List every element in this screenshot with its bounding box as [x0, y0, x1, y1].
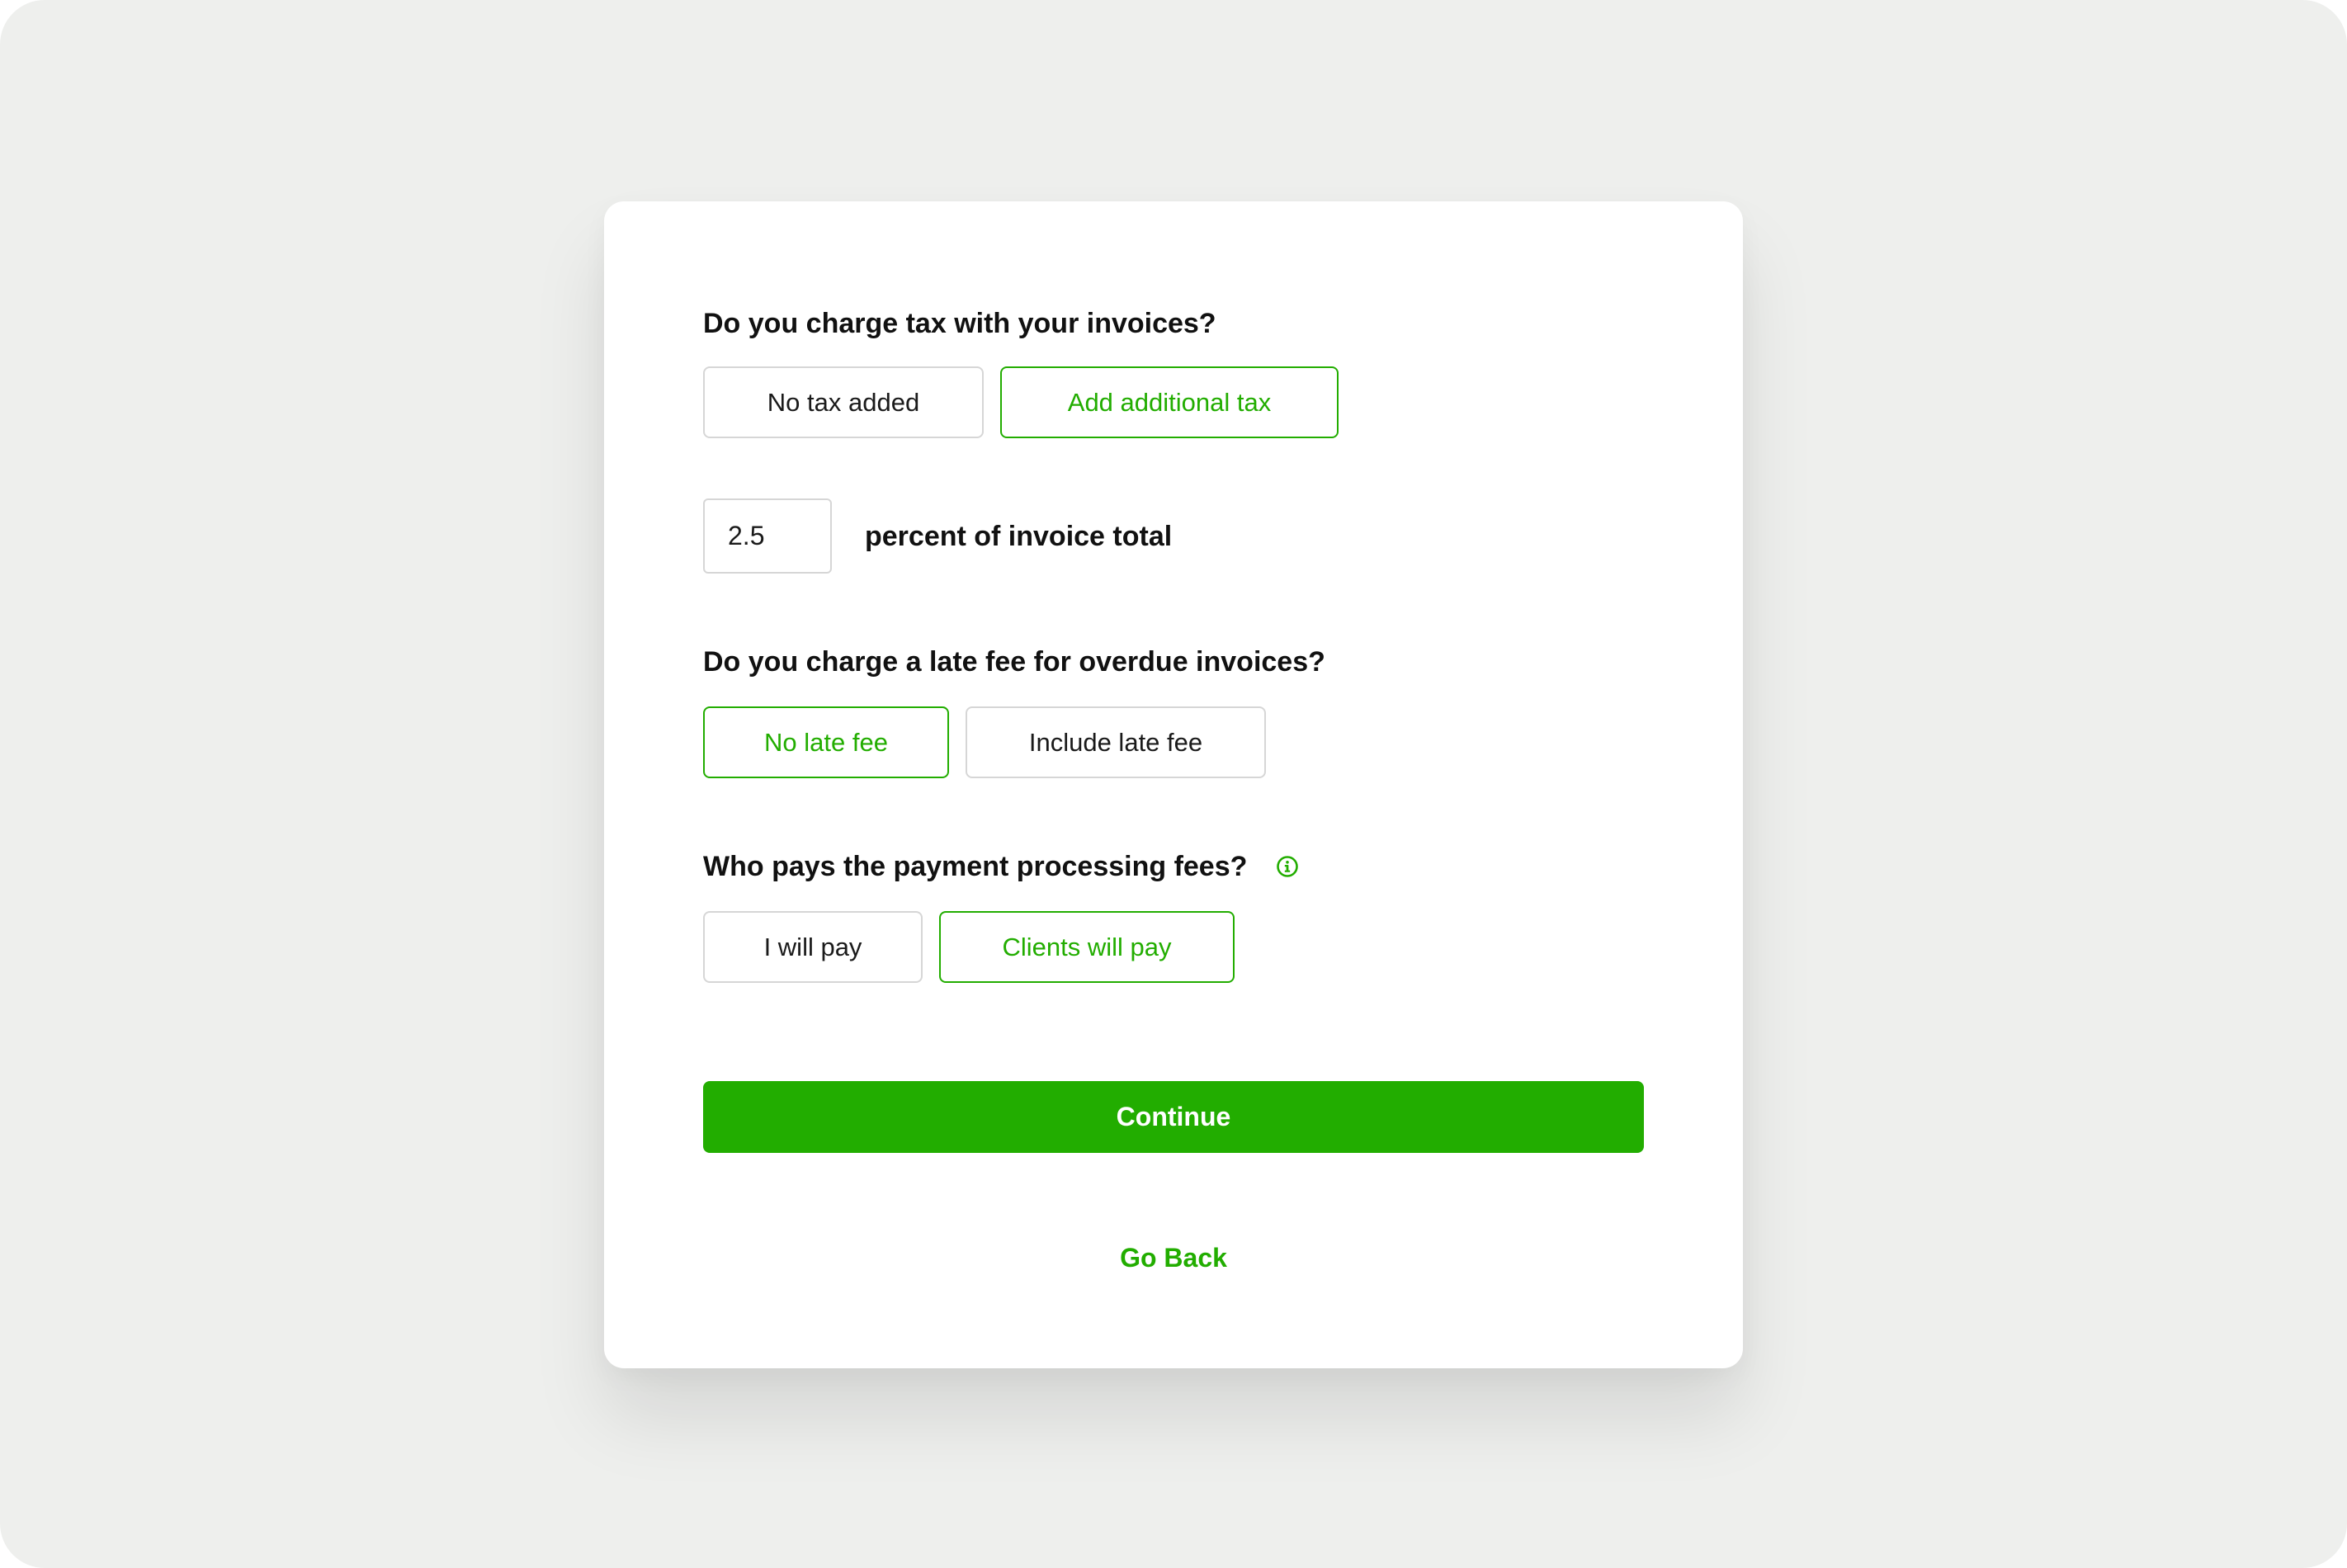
- tax-percent-input[interactable]: [703, 498, 832, 574]
- page-background: Do you charge tax with your invoices? No…: [0, 0, 2347, 1568]
- tax-question: Do you charge tax with your invoices?: [703, 308, 1216, 339]
- clients-will-pay-option[interactable]: Clients will pay: [939, 911, 1235, 983]
- late-fee-question: Do you charge a late fee for overdue inv…: [703, 646, 1325, 678]
- percent-label: percent of invoice total: [865, 521, 1173, 552]
- info-circle-icon[interactable]: [1276, 855, 1299, 878]
- include-late-fee-option[interactable]: Include late fee: [966, 706, 1266, 778]
- continue-button[interactable]: Continue: [703, 1081, 1644, 1153]
- i-will-pay-option[interactable]: I will pay: [703, 911, 923, 983]
- processing-fees-question: Who pays the payment processing fees?: [703, 851, 1248, 882]
- go-back-link[interactable]: Go Back: [1120, 1243, 1227, 1273]
- no-tax-added-option[interactable]: No tax added: [703, 366, 984, 438]
- invoice-settings-card: Do you charge tax with your invoices? No…: [604, 201, 1743, 1368]
- add-additional-tax-option[interactable]: Add additional tax: [1000, 366, 1339, 438]
- go-back-row: Go Back: [604, 1241, 1743, 1274]
- no-late-fee-option[interactable]: No late fee: [703, 706, 949, 778]
